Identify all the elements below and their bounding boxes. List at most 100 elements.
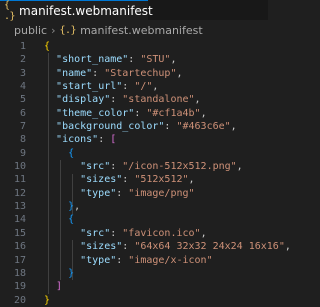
code-token-punc: : [134, 107, 147, 119]
code-line[interactable]: 10 "src": "/icon-512x512.png", [0, 160, 268, 173]
code-token-str: "/" [134, 81, 153, 93]
code-token-key: "start_url" [56, 81, 123, 93]
line-number: 10 [13, 161, 26, 173]
code-token-b3: { [68, 147, 75, 159]
code-line[interactable]: 13 }, [0, 200, 268, 213]
breadcrumb: public › {.} manifest.webmanifest [0, 22, 282, 38]
code-text: "theme_color": "#cf1a4b", [44, 107, 207, 120]
code-token-sp [44, 134, 56, 145]
code-token-b3: } [68, 267, 75, 279]
code-token-punc: , [194, 94, 201, 106]
chevron-right-icon: › [51, 23, 56, 37]
code-token-punc: : [110, 227, 123, 239]
code-text: { [44, 40, 50, 53]
code-token-sp [44, 121, 56, 132]
json-braces-icon: {.} [59, 24, 77, 36]
code-text: } [44, 267, 74, 280]
code-token-punc: : [116, 187, 129, 199]
code-token-str: "image/png" [128, 187, 195, 199]
line-number: 6 [19, 107, 26, 119]
editor-tab[interactable]: {​.} manifest.webmanifest [0, 0, 153, 22]
code-text: "display": "standalone", [44, 93, 201, 106]
code-token-str: "Startechup" [104, 67, 177, 79]
code-token-key: "short_name" [56, 54, 129, 66]
code-line[interactable]: 1{ [0, 40, 268, 53]
breadcrumb-file[interactable]: {.} manifest.webmanifest [60, 24, 203, 37]
code-token-punc: : [128, 54, 141, 66]
code-token-punc: , [188, 174, 195, 186]
code-line[interactable]: 2 "short_name": "STU", [0, 53, 268, 66]
code-token-punc: : [92, 67, 105, 79]
code-token-sp [44, 188, 80, 199]
code-token-key: "name" [56, 67, 93, 79]
tab-title: manifest.webmanifest [19, 3, 153, 18]
code-token-punc: , [74, 201, 81, 213]
code-token-punc: , [284, 241, 291, 253]
code-token-str: "/icon-512x512.png" [122, 161, 237, 173]
code-line[interactable]: 3 "name": "Startechup", [0, 67, 268, 80]
code-token-punc: , [236, 161, 243, 173]
code-line[interactable]: 11 "sizes": "512x512", [0, 173, 268, 186]
code-token-key: "theme_color" [56, 107, 135, 119]
code-token-b3: { [68, 214, 75, 226]
code-line[interactable]: 9 { [0, 147, 268, 160]
code-token-str: "favicon.ico" [122, 227, 201, 239]
code-token-key: "icons" [56, 134, 99, 146]
line-number: 17 [13, 254, 26, 266]
code-token-b1: } [44, 294, 51, 306]
code-token-str: "standalone" [122, 94, 195, 106]
code-text: "type": "image/x-icon" [44, 254, 213, 267]
code-token-sp [44, 148, 68, 159]
code-token-punc: , [176, 67, 183, 79]
code-token-sp [44, 174, 80, 185]
code-line[interactable]: 5 "display": "standalone", [0, 93, 268, 106]
code-line[interactable]: 18 } [0, 267, 268, 280]
code-text: "src": "favicon.ico", [44, 227, 206, 240]
code-line[interactable]: 6 "theme_color": "#cf1a4b", [0, 107, 268, 120]
code-line[interactable]: 8 "icons": [ [0, 133, 268, 146]
code-line[interactable]: 15 "src": "favicon.ico", [0, 227, 268, 240]
line-number: 18 [13, 267, 26, 279]
code-token-punc: : [98, 134, 111, 146]
code-text: "src": "/icon-512x512.png", [44, 160, 243, 173]
line-number: 5 [19, 94, 26, 106]
line-number: 15 [13, 227, 26, 239]
code-text: }, [44, 200, 80, 213]
json-braces-icon: {​.} [4, 0, 16, 22]
code-token-key: "background_color" [56, 121, 165, 133]
code-text: } [44, 294, 50, 307]
line-number: 9 [19, 147, 26, 159]
code-text: "sizes": "512x512", [44, 173, 195, 186]
code-token-b2: ] [56, 281, 63, 293]
line-number: 1 [19, 41, 26, 52]
code-token-key: "sizes" [80, 174, 123, 186]
code-token-sp [44, 255, 80, 266]
code-token-key: "display" [56, 94, 111, 106]
code-token-sp [44, 54, 56, 65]
line-number: 20 [13, 294, 26, 306]
tab-bar: {​.} manifest.webmanifest [0, 0, 268, 22]
code-line[interactable]: 16 "sizes": "64x64 32x32 24x24 16x16", [0, 240, 291, 253]
code-token-str: "image/x-icon" [128, 254, 213, 266]
code-token-punc: : [116, 254, 129, 266]
breadcrumb-folder[interactable]: public [14, 24, 47, 37]
code-line[interactable]: 20} [0, 294, 268, 307]
code-token-key: "src" [80, 161, 111, 173]
code-token-punc: : [122, 81, 135, 93]
code-line[interactable]: 14 { [0, 213, 268, 226]
code-line[interactable]: 4 "start_url": "/", [0, 80, 268, 93]
code-line[interactable]: 19 ] [0, 280, 268, 293]
code-text: { [44, 213, 74, 226]
code-editor[interactable]: 1{2 "short_name": "STU", 3 "name": "Start… [0, 40, 291, 306]
code-line[interactable]: 17 "type": "image/x-icon" [0, 254, 268, 267]
code-text: { [44, 147, 74, 160]
code-token-key: "type" [80, 187, 117, 199]
code-line[interactable]: 7 "background_color": "#463c6e", [0, 120, 268, 133]
code-token-str: "#cf1a4b" [146, 107, 201, 119]
code-token-punc: : [122, 241, 135, 253]
code-token-b2: [ [110, 134, 117, 146]
code-token-sp [44, 228, 80, 239]
code-line[interactable]: 12 "type": "image/png" [0, 187, 268, 200]
line-number: 2 [19, 54, 26, 66]
line-number: 12 [13, 187, 26, 199]
